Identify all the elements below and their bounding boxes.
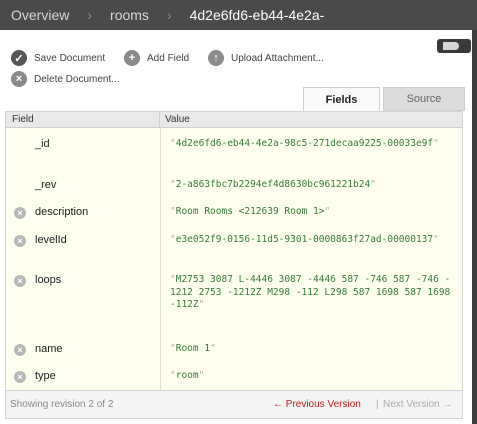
breadcrumb-overview[interactable]: Overview (11, 7, 69, 23)
breadcrumb-rooms[interactable]: rooms (110, 7, 149, 23)
field-name: levelId (35, 234, 67, 246)
delete-field-icon[interactable]: × (14, 344, 26, 356)
field-value[interactable]: "M2753 3087 L-4446 3087 -4446 587 -746 5… (170, 274, 455, 312)
delete-field-icon[interactable]: × (14, 235, 26, 247)
previous-version-link[interactable]: ← Previous Version (273, 399, 361, 410)
field-name: _id (35, 138, 50, 150)
revision-status: Showing revision 2 of 2 (10, 399, 114, 410)
add-field-label: Add Field (147, 52, 190, 64)
value-column-header: Value (165, 114, 190, 125)
delete-field-icon[interactable]: × (14, 207, 26, 219)
save-document-label: Save Document (34, 52, 106, 64)
document-toolbar: ✓ Save Document + Add Field ↑ Upload Att… (0, 30, 472, 90)
close-icon: × (11, 71, 27, 87)
tab-fields[interactable]: Fields (303, 87, 380, 112)
field-value[interactable]: "4d2e6fd6-eb44-4e2a-98c5-271decaa9225-00… (170, 138, 455, 151)
field-value[interactable]: "room" (170, 370, 455, 383)
tab-source[interactable]: Source (383, 87, 465, 111)
footer-separator: | (376, 399, 379, 410)
revision-footer: Showing revision 2 of 2 ← Previous Versi… (5, 391, 463, 419)
field-value[interactable]: "Room Rooms <212639 Room 1>" (170, 206, 455, 219)
delete-document-button[interactable]: × Delete Document... (11, 71, 120, 87)
chevron-right-icon: › (166, 7, 172, 23)
field-name: _rev (35, 179, 57, 191)
field-name: type (35, 370, 56, 382)
field-value[interactable]: "Room 1" (170, 343, 455, 356)
delete-field-icon[interactable]: × (14, 275, 26, 287)
add-field-button[interactable]: + Add Field (124, 50, 189, 66)
save-document-button[interactable]: ✓ Save Document (11, 50, 105, 66)
delete-document-label: Delete Document... (34, 73, 120, 85)
delete-field-icon[interactable]: × (14, 371, 26, 383)
field-value[interactable]: "e3e052f9-0156-11d5-9301-0000863f27ad-00… (170, 234, 455, 247)
plus-icon: + (124, 50, 140, 66)
upload-attachment-label: Upload Attachment... (231, 52, 324, 64)
sidebar-edge (472, 30, 477, 424)
upload-icon: ↑ (208, 50, 224, 66)
field-name: description (35, 206, 89, 218)
table-header: Field Value (6, 112, 462, 128)
fields-table: Field Value _id "4d2e6fd6-eb44-4e2a-98c5… (5, 111, 463, 391)
field-column-header: Field (6, 112, 160, 127)
field-name: loops (35, 274, 62, 286)
field-value[interactable]: "2-a863fbc7b2294ef4d8630bc961221b24" (170, 179, 455, 192)
check-icon: ✓ (11, 50, 27, 66)
breadcrumb-document-id: 4d2e6fd6-eb44-4e2a- (189, 7, 325, 23)
upload-attachment-button[interactable]: ↑ Upload Attachment... (208, 50, 324, 66)
field-name: name (35, 343, 63, 355)
chevron-right-icon: › (87, 7, 93, 23)
sidebar-toggle-button[interactable] (437, 39, 471, 53)
column-divider (160, 128, 161, 390)
breadcrumb: Overview › rooms › 4d2e6fd6-eb44-4e2a- (0, 0, 477, 30)
next-version-link: Next Version → (383, 399, 453, 410)
